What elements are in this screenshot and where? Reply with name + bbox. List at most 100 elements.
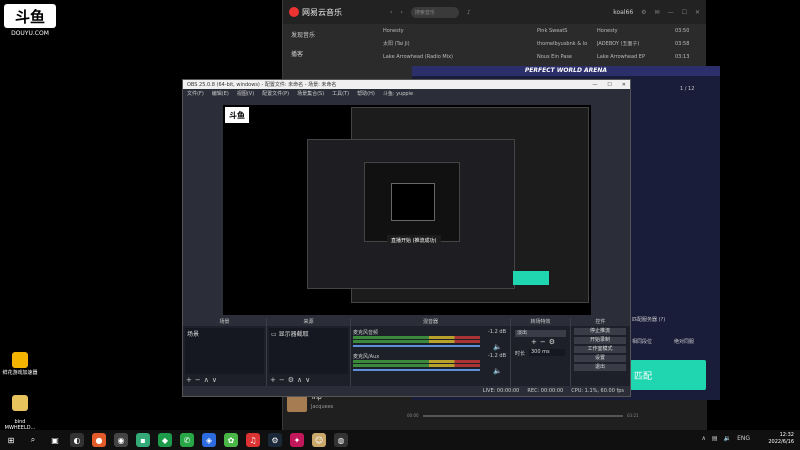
scenes-list[interactable]: 场景 bbox=[185, 328, 264, 374]
music-titlebar: 网易云音乐 ‹ › 搜索音乐 ♪ koal66 ⚙ ✉ — ☐ ✕ bbox=[283, 0, 706, 24]
add-icon[interactable]: + bbox=[186, 376, 195, 384]
nvidia-icon[interactable]: ◆ bbox=[158, 433, 172, 447]
studio-mode-button[interactable]: 工作室模式 bbox=[574, 346, 626, 353]
match-button[interactable]: 匹配 bbox=[630, 360, 706, 390]
maximize-icon[interactable]: ☐ bbox=[607, 82, 611, 88]
option-same-rank[interactable]: 相同段位 bbox=[632, 338, 652, 345]
system-tray: ∧ ▤ 🔉 ENG bbox=[702, 435, 751, 442]
option-same-server[interactable]: 绝对同服 bbox=[674, 338, 694, 345]
settings-button[interactable]: 设置 bbox=[574, 355, 626, 362]
menu-view[interactable]: 视图(V) bbox=[237, 90, 254, 97]
nested-obs-window bbox=[307, 139, 515, 289]
remove-icon[interactable]: − bbox=[195, 376, 204, 384]
maximize-icon[interactable]: ☐ bbox=[682, 9, 687, 16]
netease-logo-icon bbox=[289, 7, 299, 17]
sidebar-item-podcast[interactable]: 播客 bbox=[283, 43, 369, 62]
transitions-dock: 转场特效 淡出 +−⚙ 时长 300 ms bbox=[511, 318, 571, 386]
menu-profile[interactable]: 配置文件(P) bbox=[262, 90, 289, 97]
mic-icon[interactable]: ♪ bbox=[467, 9, 471, 16]
minimize-icon[interactable]: — bbox=[668, 9, 674, 16]
forward-icon[interactable]: › bbox=[400, 9, 402, 16]
close-icon[interactable]: ✕ bbox=[695, 9, 700, 16]
transition-select[interactable]: 淡出 bbox=[515, 330, 566, 337]
move-up-icon[interactable]: ∧ bbox=[297, 376, 305, 384]
speaker-icon[interactable]: 🔈 bbox=[493, 343, 502, 351]
scene-item[interactable]: 场景 bbox=[185, 328, 264, 339]
duration-input[interactable]: 300 ms bbox=[529, 349, 565, 356]
song-row[interactable]: Lake Arrowhead (Radio Mix) Nous Ein Pase… bbox=[369, 50, 705, 63]
cat-app-icon[interactable]: ☺ bbox=[312, 433, 326, 447]
windows-start-icon[interactable]: ⊞ bbox=[4, 433, 18, 447]
mixer-channel-db: -1.2 dB bbox=[488, 353, 506, 359]
network-icon[interactable]: ▤ bbox=[712, 435, 718, 442]
obs-menubar: 文件(F) 编辑(E) 视图(V) 配置文件(P) 场景集合(S) 工具(T) … bbox=[183, 89, 630, 98]
app-icon[interactable]: ◈ bbox=[202, 433, 216, 447]
music-search-input[interactable]: 搜索音乐 bbox=[410, 6, 459, 18]
accelerator-icon bbox=[12, 352, 28, 368]
stop-streaming-button[interactable]: 停止推流 bbox=[574, 328, 626, 335]
start-recording-button[interactable]: 开始录制 bbox=[574, 337, 626, 344]
volume-meter bbox=[353, 364, 480, 367]
menu-douyu[interactable]: 斗鱼: yuppie bbox=[383, 90, 413, 97]
douyu-logo: 斗鱼 bbox=[225, 107, 249, 123]
progress-bar[interactable] bbox=[423, 415, 623, 417]
scenes-dock: 场景 场景 +−∧∨ bbox=[183, 318, 267, 386]
song-row[interactable]: Honesty Pink SweatS Honesty 03:50 bbox=[369, 24, 705, 37]
move-down-icon[interactable]: ∨ bbox=[305, 376, 313, 384]
clock-date: 2022/6/16 bbox=[768, 439, 794, 445]
steam-icon[interactable]: ⚙ bbox=[268, 433, 282, 447]
terminal-icon[interactable]: ▪ bbox=[136, 433, 150, 447]
explorer-icon[interactable]: ◐ bbox=[70, 433, 84, 447]
qq-icon[interactable]: ✿ bbox=[224, 433, 238, 447]
task-view-icon[interactable]: ▣ bbox=[48, 433, 62, 447]
menu-tools[interactable]: 工具(T) bbox=[332, 90, 349, 97]
sources-list[interactable]: ▭ 显示器截取 bbox=[269, 328, 348, 374]
move-down-icon[interactable]: ∨ bbox=[212, 376, 220, 384]
volume-icon[interactable]: 🔉 bbox=[724, 435, 731, 442]
menu-help[interactable]: 帮助(H) bbox=[357, 90, 375, 97]
source-item[interactable]: ▭ 显示器截取 bbox=[269, 328, 348, 339]
mixer-channel-name: 麦克风/Aux bbox=[353, 354, 380, 360]
user-name[interactable]: koal66 bbox=[613, 9, 633, 16]
add-icon[interactable]: + bbox=[270, 376, 279, 384]
close-icon[interactable]: ✕ bbox=[622, 82, 626, 88]
add-icon[interactable]: + bbox=[531, 338, 540, 346]
gear-icon[interactable]: ⚙ bbox=[288, 376, 297, 384]
obs-preview[interactable]: 斗鱼 直播开始 (推流成功) bbox=[223, 105, 591, 315]
mail-icon[interactable]: ✉ bbox=[655, 9, 660, 16]
desktop-icon-accelerator[interactable]: 鲜花游戏加速器 bbox=[0, 352, 40, 376]
clock-time: 12:32 bbox=[779, 432, 794, 438]
settings-gear-icon[interactable]: ⚙ bbox=[641, 9, 646, 16]
remove-icon[interactable]: − bbox=[279, 376, 288, 384]
menu-file[interactable]: 文件(F) bbox=[187, 90, 204, 97]
now-playing-artist[interactable]: Jacquees bbox=[311, 404, 333, 410]
menu-scene-collection[interactable]: 场景集合(S) bbox=[297, 90, 324, 97]
back-icon[interactable]: ‹ bbox=[390, 9, 392, 16]
browser-icon[interactable]: ● bbox=[92, 433, 106, 447]
gear-icon[interactable]: ⚙ bbox=[549, 338, 558, 346]
language-indicator[interactable]: ENG bbox=[737, 435, 750, 442]
minimize-icon[interactable]: — bbox=[592, 82, 597, 88]
sidebar-item-discover[interactable]: 发现音乐 bbox=[283, 24, 369, 43]
volume-slider[interactable] bbox=[353, 369, 480, 371]
obs-window[interactable]: OBS 25.0.8 (64-bit, windows) - 配置文件: 未命名… bbox=[182, 79, 631, 397]
netease-music-icon[interactable]: ♫ bbox=[246, 433, 260, 447]
scene-controls: +−∧∨ bbox=[186, 376, 220, 384]
remove-icon[interactable]: − bbox=[540, 338, 549, 346]
app-icon[interactable]: ◍ bbox=[334, 433, 348, 447]
wechat-icon[interactable]: ✆ bbox=[180, 433, 194, 447]
menu-edit[interactable]: 编辑(E) bbox=[212, 90, 229, 97]
speaker-icon[interactable]: 🔈 bbox=[493, 367, 502, 375]
move-up-icon[interactable]: ∧ bbox=[204, 376, 212, 384]
song-row[interactable]: 太阳 (Tai Ji) thomelbyusbnk & lo JADEBOY (… bbox=[369, 37, 705, 50]
obs-title: OBS 25.0.8 (64-bit, windows) - 配置文件: 未命名… bbox=[187, 82, 337, 88]
obs-icon[interactable]: ◉ bbox=[114, 433, 128, 447]
chevron-up-icon[interactable]: ∧ bbox=[702, 435, 706, 442]
monitor-icon: ▭ bbox=[271, 331, 277, 338]
search-icon[interactable]: ⌕ bbox=[26, 433, 40, 447]
exit-button[interactable]: 退出 bbox=[574, 364, 626, 371]
volume-slider[interactable] bbox=[353, 345, 480, 347]
stream-start-toast: 直播开始 (推流成功) bbox=[387, 235, 441, 246]
game-icon[interactable]: ✦ bbox=[290, 433, 304, 447]
clock[interactable]: 12:32 2022/6/16 bbox=[768, 432, 794, 446]
